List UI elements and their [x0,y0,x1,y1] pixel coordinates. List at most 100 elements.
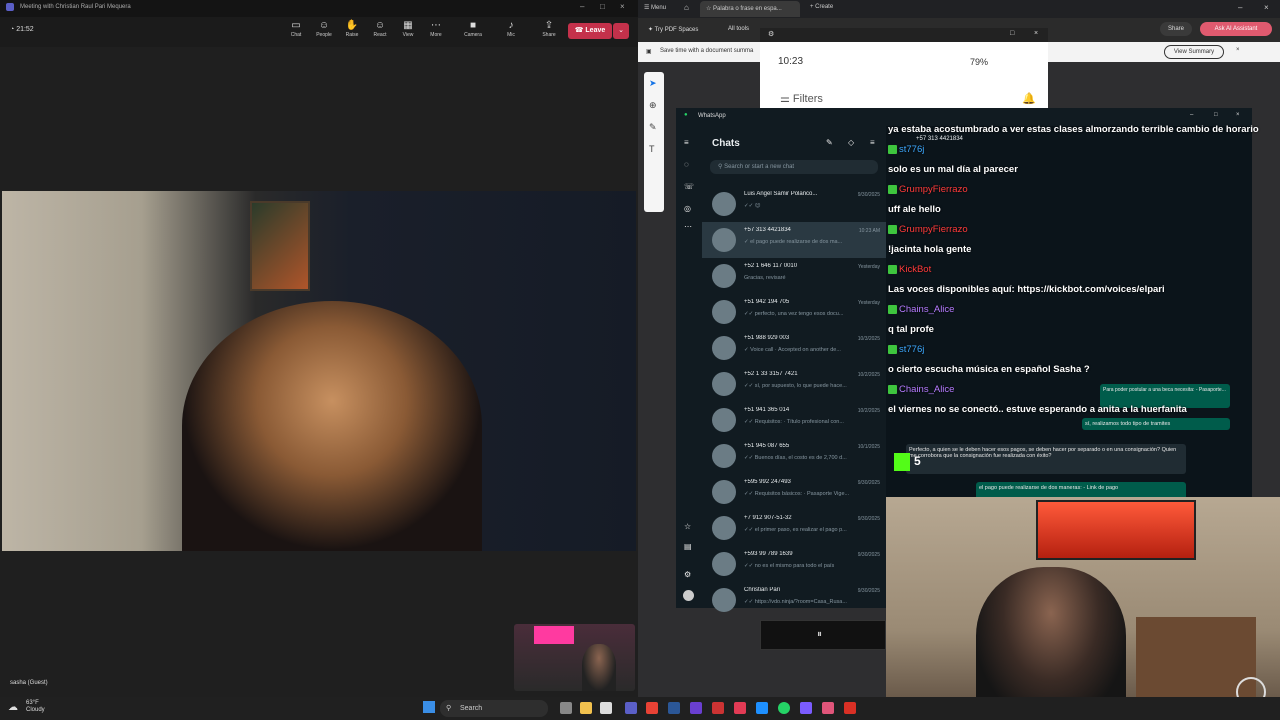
chat-list-item[interactable]: +51 945 087 655 ✓✓ Buenos días, el costo … [702,438,886,474]
chat-list-item[interactable]: Luis Angel Samir Polanco... ✓✓ 😊 9/30/2025 [702,186,886,222]
app-purple-icon[interactable] [800,702,812,714]
obs-icon[interactable] [690,702,702,714]
hamburger-icon[interactable]: ≡ [684,138,689,147]
cursor-icon[interactable]: ➤ [649,78,657,89]
phone-maximize-icon[interactable]: □ [1010,30,1014,37]
chat-list-item[interactable]: +57 313 4421834 ✓ el pago puede realizars… [702,222,886,258]
wa-close-icon[interactable]: × [1236,112,1240,118]
share-button[interactable]: ⇪ Share [537,20,561,38]
file-explorer-icon[interactable] [580,702,592,714]
app-pink-icon[interactable] [734,702,746,714]
maximize-icon[interactable]: □ [600,2,605,11]
try-pdf-spaces-button[interactable]: ✦ Try PDF Spaces [648,26,698,33]
chat-avatar [712,588,736,612]
chat-list-item[interactable]: +51 988 929 003 ✓ Voice call · Accepted o… [702,330,886,366]
home-icon[interactable]: ⌂ [684,3,689,12]
chat-list-item[interactable]: Christian Pari ✓✓ https://vdo.ninja/?room… [702,582,886,618]
wa-maximize-icon[interactable]: □ [1214,112,1218,118]
app-red-icon[interactable] [712,702,724,714]
menu-label: Menu [651,5,667,11]
whatsapp-taskbar-icon[interactable] [778,702,790,714]
teams-icon[interactable] [625,702,637,714]
filters-button[interactable]: ⚌ Filters [780,92,823,105]
chat-list-item[interactable]: +52 1 33 3157 7421 ✓✓ sí, por supuesto, l… [702,366,886,402]
status-icon[interactable]: ◎ [684,204,691,213]
tab-active[interactable]: ☆ Palabra o frase en espa... [700,1,800,17]
weather-widget[interactable]: 63°F Cloudy [26,700,45,714]
chats-icon[interactable]: ◌ [684,160,689,169]
app-blue-icon[interactable] [756,702,768,714]
leave-options-button[interactable]: ⌄ [613,23,629,39]
user-badge-icon [888,184,897,194]
chat-list-item[interactable]: +593 99 789 1639 ✓✓ no es el mismo para t… [702,546,886,582]
bell-icon[interactable]: 🔔 [1022,92,1036,105]
new-tab-button[interactable]: + Create [810,4,833,10]
acrobat-icon[interactable] [844,702,856,714]
ask-ai-button[interactable]: Ask AI Assistant [1200,22,1272,36]
chat-list-item[interactable]: +51 942 194 705 ✓✓ perfecto, una vez teng… [702,294,886,330]
more-button[interactable]: ⋯ More [424,20,448,38]
chat-preview: ✓✓ sí, por supuesto, lo que puede hace..… [744,383,847,389]
chat-date: Yesterday [857,264,880,270]
wa-settings-icon[interactable]: ⚙ [684,570,691,579]
wa-minimize-icon[interactable]: – [1190,112,1193,118]
app-l-icon[interactable] [668,702,680,714]
stream-chat-message: o cierto escucha música en español Sasha… [888,364,1090,375]
start-icon[interactable] [423,701,435,713]
zoom-icon[interactable]: ⊕ [649,100,657,111]
window-close-icon[interactable]: × [1264,3,1269,12]
chat-list-item[interactable]: +52 1 646 117 0010 Gracias, revisaré Yeste… [702,258,886,294]
starred-icon[interactable]: ☆ [684,522,691,531]
calls-icon[interactable]: ☏ [684,182,694,191]
settings-icon[interactable]: ⚙ [768,30,774,38]
archive-icon[interactable]: ▤ [684,542,692,551]
chat-button[interactable]: ▭ Chat [284,20,308,38]
raise-button[interactable]: ✋ Raise [340,20,364,38]
profile-avatar[interactable] [683,590,694,601]
user-badge-icon [888,344,897,354]
list-menu-icon[interactable]: ≡ [870,138,875,147]
stream-chat-message: !jacinta hola gente [888,244,972,255]
mic-button[interactable]: ♪ Mic [499,20,523,38]
app-active-icon[interactable] [822,702,834,714]
chat-date: 9/30/2025 [857,552,880,558]
camera-label: Camera [464,32,482,38]
chrome-icon[interactable] [646,702,658,714]
stream-chat-username: Chains_Alice [888,384,954,395]
more-dots-icon[interactable]: ⋯ [684,222,692,231]
taskbar-search[interactable]: ⚲ Search [440,700,548,717]
username-text: Chains_Alice [899,304,955,315]
chats-heading: Chats [712,138,740,149]
chat-list-item[interactable]: +595 992 247493 ✓✓ Requisitos básicos: · … [702,474,886,510]
chat-list-item[interactable]: +51 941 365 014 ✓✓ Requisitos: · Título p… [702,402,886,438]
text-icon[interactable]: T [649,144,655,154]
react-label: React [373,32,387,38]
tab-active-label: Palabra o frase en espa... [713,6,782,12]
pen-icon[interactable]: ✎ [649,122,657,133]
stream-chat-message: q tal profe [888,324,934,335]
view-summary-button[interactable]: View Summary [1164,45,1224,59]
minimize-icon[interactable]: – [580,2,584,11]
chat-avatar [712,444,736,468]
phone-close-icon[interactable]: × [1034,30,1038,37]
window-minimize-icon[interactable]: – [1238,3,1242,12]
react-button[interactable]: ☺ React [368,20,392,38]
leave-button[interactable]: ☎ Leave [568,23,612,39]
people-button[interactable]: ☺ People [312,20,336,38]
chat-list-item[interactable]: +7 912 907-51-32 ✓✓ el primer paso, es re… [702,510,886,546]
pause-icon[interactable]: ⏸ [817,629,822,640]
share-pdf-button[interactable]: Share [1160,22,1192,36]
close-icon[interactable]: × [620,2,625,11]
task-view-icon[interactable] [560,702,572,714]
filter-chats-icon[interactable]: ◇ [848,138,854,147]
all-tools-button[interactable]: All tools [728,26,749,32]
smiley-icon: ☺ [374,20,386,31]
menu-button[interactable]: ☰ Menu [644,4,666,11]
chat-preview: ✓ el pago puede realizarse de dos ma... [744,239,843,245]
camera-button[interactable]: ■ Camera [461,20,485,38]
chat-search-input[interactable]: ⚲ Search or start a new chat [710,160,878,174]
view-button[interactable]: ▦ View [396,20,420,38]
new-chat-icon[interactable]: ✎ [826,138,833,147]
app-icon[interactable] [600,702,612,714]
notification-close-icon[interactable]: × [1236,47,1240,53]
